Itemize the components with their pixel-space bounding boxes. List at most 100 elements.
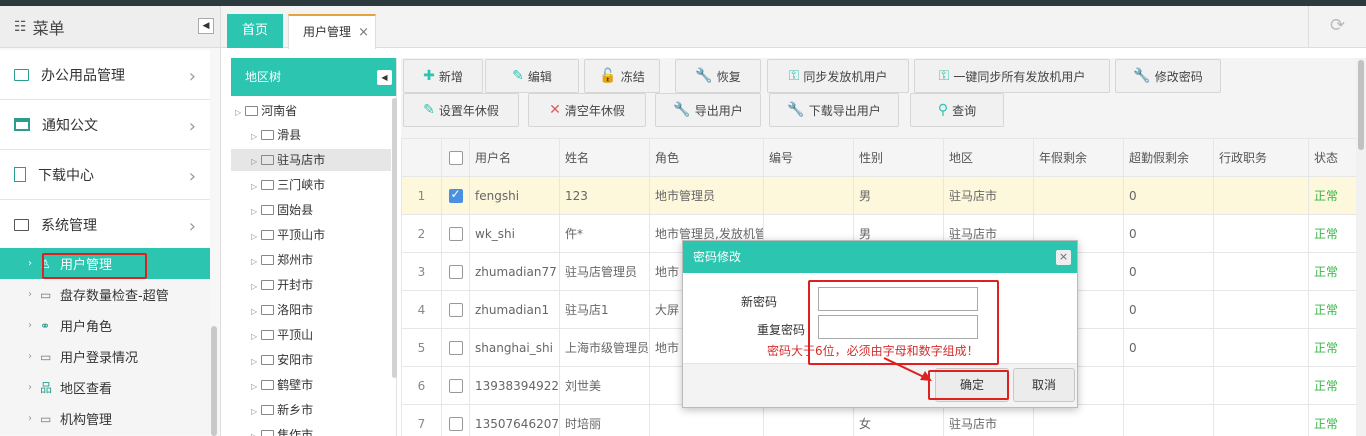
refresh-icon[interactable]: ⟳ (1308, 6, 1366, 47)
folder-icon (261, 205, 275, 215)
button-label: 下载导出用户 (808, 103, 881, 118)
column-header[interactable]: 编号 (763, 138, 854, 177)
close-tab-icon[interactable]: × (358, 16, 369, 49)
region-tree-scrollbar[interactable] (392, 98, 397, 378)
tree-node[interactable]: ▷ 郑州市 (251, 249, 313, 271)
tree-node[interactable]: ▷ 新乡市 (251, 399, 313, 421)
password-rule-hint: 密码大于6位，必须由字母和数字组成！ (767, 344, 979, 358)
download-export-button[interactable]: 🔧 下载导出用户 (769, 93, 899, 127)
sync-dispenser-users-button[interactable]: ⚿ 同步发放机用户 (767, 59, 909, 93)
expand-arrow-icon[interactable]: ▷ (251, 332, 257, 341)
menu-item-download-center[interactable]: 下载中心 › (0, 150, 210, 200)
tree-node[interactable]: ▷ 鹤壁市 (251, 374, 313, 396)
tree-node[interactable]: ▷ 开封市 (251, 274, 313, 296)
export-users-button[interactable]: 🔧 导出用户 (655, 93, 761, 127)
row-checkbox[interactable] (441, 404, 470, 436)
tree-node[interactable]: ▷ 焦作市 (251, 424, 313, 436)
edit-button[interactable]: ✎ 编辑 (485, 59, 579, 93)
column-header[interactable]: 用户名 (469, 138, 560, 177)
expand-arrow-icon[interactable]: ▷ (251, 357, 257, 366)
confirm-button[interactable]: 确定 (935, 368, 1009, 402)
row-number: 3 (401, 252, 442, 291)
row-number: 6 (401, 366, 442, 405)
expand-arrow-icon[interactable]: ▷ (235, 108, 241, 117)
close-icon[interactable]: × (1056, 250, 1071, 265)
sidebar-item-inventory-check[interactable]: › ▭ 盘存数量检查-超管 (0, 279, 210, 310)
chevron-right-icon: › (188, 216, 196, 237)
sidebar-item-login-records[interactable]: › ▭ 用户登录情况 (0, 341, 210, 372)
expand-arrow-icon[interactable]: ▷ (251, 182, 257, 191)
column-header[interactable]: 超勤假剩余 (1123, 138, 1214, 177)
row-checkbox[interactable] (441, 328, 470, 367)
tab-user-management[interactable]: 用户管理 × (288, 14, 376, 49)
tree-node[interactable]: ▷ 洛阳市 (251, 299, 313, 321)
expand-arrow-icon[interactable]: ▷ (251, 157, 257, 166)
tree-node[interactable]: ▷ 固始县 (251, 199, 313, 221)
row-checkbox[interactable] (441, 366, 470, 405)
row-checkbox[interactable] (441, 214, 470, 253)
sidebar-item-region-view[interactable]: › 品 地区查看 (0, 372, 210, 403)
expand-arrow-icon[interactable]: ▷ (251, 282, 257, 291)
folder-icon (245, 106, 259, 116)
select-all-checkbox[interactable] (441, 138, 470, 177)
expand-arrow-icon[interactable]: ▷ (251, 257, 257, 266)
expand-arrow-icon[interactable]: ▷ (251, 232, 257, 241)
sidebar-scrollbar[interactable] (211, 326, 217, 436)
menu-item-system-management[interactable]: 系统管理 › (0, 200, 210, 250)
confirm-password-field[interactable] (818, 315, 978, 339)
scrollbar-thumb[interactable] (1358, 60, 1364, 150)
expand-arrow-icon[interactable]: ▷ (251, 207, 257, 216)
cell-username: shanghai_shi (469, 328, 560, 367)
freeze-button[interactable]: 🔓 冻结 (584, 59, 660, 93)
column-header[interactable]: 状态 (1308, 138, 1356, 177)
column-header[interactable]: 行政职务 (1213, 138, 1309, 177)
add-button[interactable]: ✚ 新增 (403, 59, 483, 93)
clear-annual-leave-button[interactable]: ✕ 清空年休假 (528, 93, 646, 127)
tree-node[interactable]: ▷ 安阳市 (251, 349, 313, 371)
row-checkbox[interactable] (441, 176, 470, 215)
expand-arrow-icon[interactable]: ▷ (251, 407, 257, 416)
expand-arrow-icon[interactable]: ▷ (251, 432, 257, 436)
expand-arrow-icon[interactable]: ▷ (251, 307, 257, 316)
column-header[interactable]: 地区 (943, 138, 1034, 177)
tree-node-root[interactable]: ▷ 河南省 (235, 100, 297, 122)
tree-node[interactable]: ▷ 滑县 (251, 124, 301, 146)
sidebar-header: ☷ 菜单 ◀ (0, 6, 220, 48)
row-checkbox[interactable] (441, 290, 470, 329)
column-header[interactable]: 性别 (853, 138, 944, 177)
row-checkbox[interactable] (441, 252, 470, 291)
set-annual-leave-button[interactable]: ✎ 设置年休假 (403, 93, 519, 127)
table-row[interactable]: 7 13507646207 时培丽 女驻马店市 正常 (401, 404, 1356, 436)
collapse-left-icon[interactable]: ◀ (377, 70, 392, 85)
sidebar-item-org-management[interactable]: › ▭ 机构管理 (0, 403, 210, 434)
tree-node[interactable]: ▷ 平顶山 (251, 324, 313, 346)
page-scrollbar[interactable] (1356, 58, 1366, 436)
expand-arrow-icon[interactable]: ▷ (251, 132, 257, 141)
expand-arrow-icon[interactable]: ▷ (251, 382, 257, 391)
column-header[interactable]: 角色 (649, 138, 764, 177)
button-label: 编辑 (527, 69, 552, 84)
restore-button[interactable]: 🔧 恢复 (675, 59, 761, 93)
column-header[interactable]: 年假剩余 (1033, 138, 1124, 177)
chevron-right-icon: › (28, 382, 32, 393)
table-row[interactable]: 1 fengshi123地市管理员 男驻马店市 0 正常 (401, 176, 1356, 215)
tree-node[interactable]: ▷ 平顶山市 (251, 224, 325, 246)
chevron-right-icon: › (28, 289, 32, 300)
query-button[interactable]: ⚲ 查询 (910, 93, 1004, 127)
sidebar-collapse-button[interactable]: ◀ (198, 18, 214, 34)
tree-node-label: 洛阳市 (277, 303, 314, 317)
edit-icon: ✎ (512, 68, 524, 84)
sidebar-item-user-management[interactable]: › ♙ 用户管理 (0, 248, 210, 279)
column-header[interactable]: 姓名 (559, 138, 650, 177)
tree-node[interactable]: ▷ 三门峡市 (251, 174, 325, 196)
sync-all-dispenser-users-button[interactable]: ⚿ 一键同步所有发放机用户 (914, 59, 1110, 93)
tree-node-label: 河南省 (261, 104, 298, 118)
menu-item-office-supplies[interactable]: 办公用品管理 › (0, 50, 210, 100)
menu-item-notices[interactable]: 通知公文 › (0, 100, 210, 150)
change-password-button[interactable]: 🔧 修改密码 (1115, 59, 1221, 93)
sidebar-item-user-roles[interactable]: › ⚭ 用户角色 (0, 310, 210, 341)
tab-home[interactable]: 首页 (227, 14, 283, 48)
new-password-field[interactable] (818, 287, 978, 311)
tree-node[interactable]: ▷ 驻马店市 (231, 149, 391, 171)
cancel-button[interactable]: 取消 (1013, 368, 1075, 402)
